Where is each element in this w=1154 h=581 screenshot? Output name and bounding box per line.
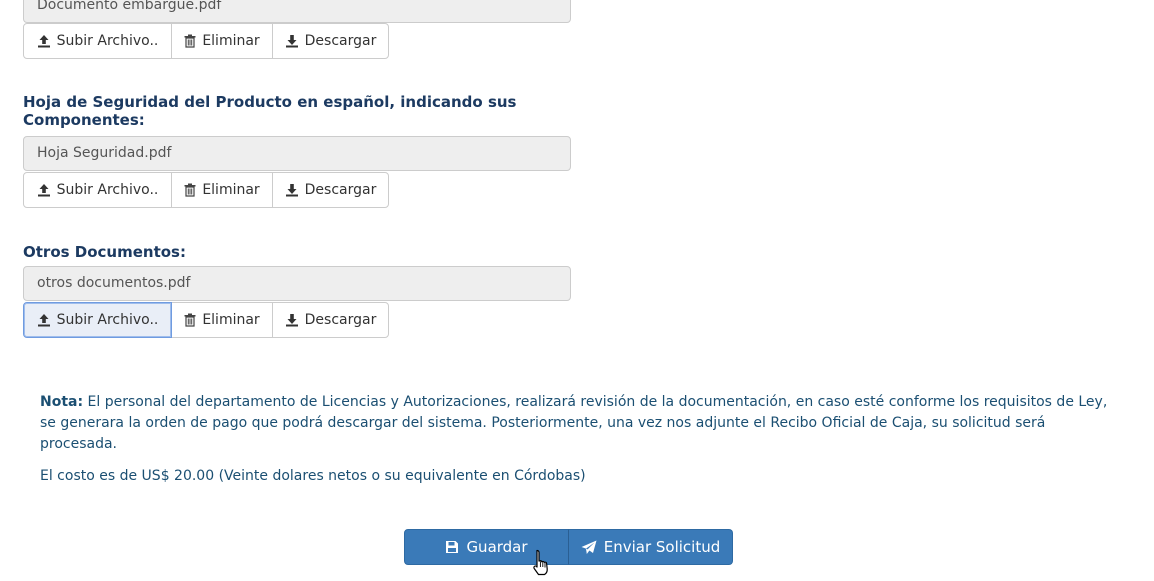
upload-button[interactable]: Subir Archivo.. — [23, 23, 172, 59]
download-button[interactable]: Descargar — [272, 23, 389, 59]
upload-icon — [37, 34, 51, 48]
trash-icon — [184, 313, 196, 327]
form-actions: Guardar Enviar Solicitud — [404, 529, 733, 565]
download-icon — [285, 313, 299, 327]
note-prefix: Nota: — [40, 394, 84, 410]
file-name-field: Documento embargue.pdf — [23, 0, 571, 23]
floppy-disk-icon — [445, 540, 459, 554]
file-name-field: Hoja Seguridad.pdf — [23, 136, 571, 171]
file-actions: Subir Archivo.. Eliminar Descargar — [23, 302, 389, 338]
download-button[interactable]: Descargar — [272, 172, 389, 208]
upload-button[interactable]: Subir Archivo.. — [23, 302, 172, 338]
delete-button[interactable]: Eliminar — [171, 23, 273, 59]
send-request-button[interactable]: Enviar Solicitud — [568, 529, 733, 565]
document-label: Otros Documentos: — [23, 243, 186, 261]
download-button[interactable]: Descargar — [272, 302, 389, 338]
note-paragraph: Nota: El personal del departamento de Li… — [40, 392, 1115, 455]
upload-icon — [37, 313, 51, 327]
download-icon — [285, 34, 299, 48]
note-text: El personal del departamento de Licencia… — [40, 394, 1108, 452]
trash-icon — [184, 34, 196, 48]
upload-button[interactable]: Subir Archivo.. — [23, 172, 172, 208]
delete-button[interactable]: Eliminar — [171, 172, 273, 208]
document-label: Hoja de Seguridad del Producto en españo… — [23, 93, 517, 129]
trash-icon — [184, 183, 196, 197]
hand-pointer-cursor-icon — [532, 549, 552, 577]
file-name-field: otros documentos.pdf — [23, 266, 571, 301]
delete-button[interactable]: Eliminar — [171, 302, 273, 338]
file-actions: Subir Archivo.. Eliminar Descargar — [23, 23, 389, 59]
upload-icon — [37, 183, 51, 197]
paper-plane-icon — [581, 540, 597, 555]
download-icon — [285, 183, 299, 197]
file-actions: Subir Archivo.. Eliminar Descargar — [23, 172, 389, 208]
cost-text: El costo es de US$ 20.00 (Veinte dolares… — [40, 468, 586, 484]
